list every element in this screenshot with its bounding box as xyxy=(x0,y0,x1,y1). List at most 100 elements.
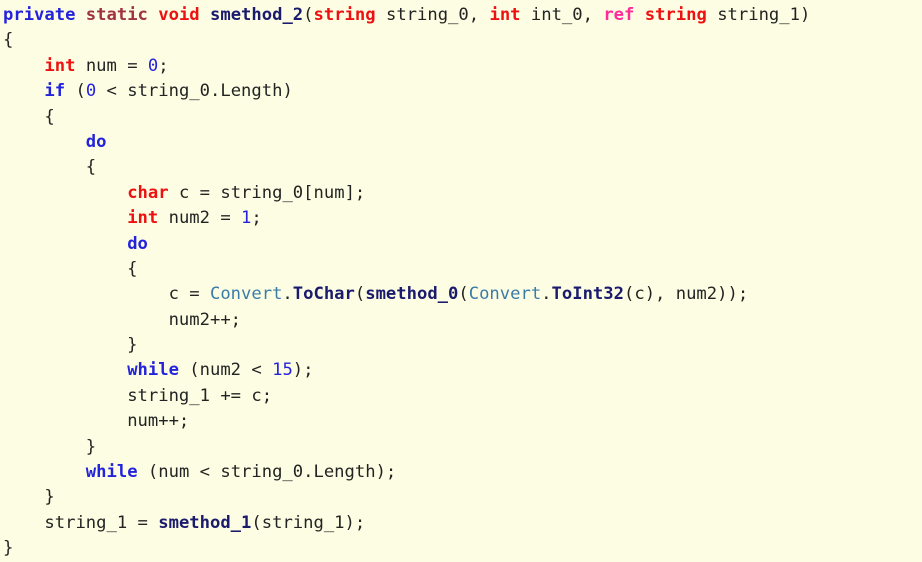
code-token: ++; xyxy=(209,309,242,330)
code-token: num2 xyxy=(675,284,718,305)
code-token: { xyxy=(3,258,138,279)
code-token: ) xyxy=(799,5,811,25)
code-line: string_1 += c; xyxy=(3,384,922,409)
code-token: < xyxy=(189,462,221,483)
code-token: ; xyxy=(261,385,273,406)
code-token: num xyxy=(85,55,117,76)
code-token: )); xyxy=(717,284,749,305)
code-token: c xyxy=(178,182,190,203)
code-token: Convert xyxy=(209,284,283,305)
code-line: do xyxy=(3,232,922,257)
code-token: ; xyxy=(251,208,262,229)
code-token: 0 xyxy=(147,55,159,76)
code-token: c xyxy=(251,385,262,406)
code-token: string_0 xyxy=(220,182,304,203)
code-token: 15 xyxy=(272,360,293,381)
code-token: ); xyxy=(375,462,397,483)
code-token: string_1 xyxy=(44,512,128,533)
code-token: num xyxy=(313,182,345,203)
code-token: ToInt32 xyxy=(551,284,624,305)
code-token: ( xyxy=(137,462,159,483)
code-token: . xyxy=(541,284,552,305)
code-line: c = Convert.ToChar(smethod_0(Convert.ToI… xyxy=(3,282,922,307)
code-line: int num2 = 1; xyxy=(3,206,922,231)
code-line: while (num < string_0.Length); xyxy=(3,460,922,485)
code-line: string_1 = smethod_1(string_1); xyxy=(3,511,922,536)
code-line: int num = 0; xyxy=(3,54,922,79)
code-token: { xyxy=(3,30,14,51)
code-lines-container: private static void smethod_2(string str… xyxy=(3,3,922,562)
code-token: ref xyxy=(603,5,635,25)
code-token: char xyxy=(127,182,169,203)
code-token: void xyxy=(158,5,200,25)
code-token: string xyxy=(313,5,376,25)
code-token: = xyxy=(178,284,210,305)
code-token: ) xyxy=(282,81,293,102)
code-token: smethod_0 xyxy=(365,284,459,305)
code-token: smethod_1 xyxy=(158,512,252,533)
code-token: < xyxy=(96,81,128,102)
code-token: string xyxy=(644,5,707,25)
code-line: { xyxy=(3,28,922,53)
code-viewer[interactable]: private static void smethod_2(string str… xyxy=(0,0,922,558)
code-token: = xyxy=(116,55,148,76)
code-token: int xyxy=(127,208,159,229)
code-token: ), xyxy=(644,284,676,305)
code-line: { xyxy=(3,257,922,282)
code-token: c xyxy=(634,284,645,305)
code-token: [ xyxy=(303,182,314,203)
code-line: } xyxy=(3,435,922,460)
code-token: num2 xyxy=(199,360,242,381)
code-line: { xyxy=(3,155,922,180)
code-token: ( xyxy=(178,360,200,381)
code-token: { xyxy=(3,157,97,178)
code-token: ( xyxy=(251,512,262,533)
code-line: while (num2 < 15); xyxy=(3,358,922,383)
code-token: ( xyxy=(65,81,86,102)
code-token: , xyxy=(468,5,490,25)
code-line: } xyxy=(3,333,922,358)
code-token: ); xyxy=(292,360,314,381)
code-token: ToChar xyxy=(292,284,355,305)
code-token: Convert xyxy=(468,284,542,305)
code-token: ); xyxy=(344,512,366,533)
code-token: do xyxy=(85,131,107,152)
code-token: string_1 xyxy=(127,385,210,406)
code-token: = xyxy=(210,208,242,229)
code-token: do xyxy=(127,233,148,254)
code-token: = xyxy=(189,182,221,203)
code-token: string_1 xyxy=(717,5,800,25)
code-line: num++; xyxy=(3,409,922,434)
code-line: char c = string_0[num]; xyxy=(3,181,922,206)
code-token: if xyxy=(44,81,66,102)
code-line: do xyxy=(3,130,922,155)
code-token: ( xyxy=(623,284,635,305)
code-token: = xyxy=(127,512,159,533)
code-token: < xyxy=(241,360,273,381)
code-line: } xyxy=(3,485,922,510)
code-token: . xyxy=(282,284,293,305)
code-token: ( xyxy=(303,5,314,25)
code-line: } xyxy=(3,536,922,561)
code-token: num xyxy=(127,411,159,432)
code-token: } xyxy=(3,436,97,457)
code-line: { xyxy=(3,105,922,130)
code-token: smethod_2 xyxy=(210,5,304,25)
